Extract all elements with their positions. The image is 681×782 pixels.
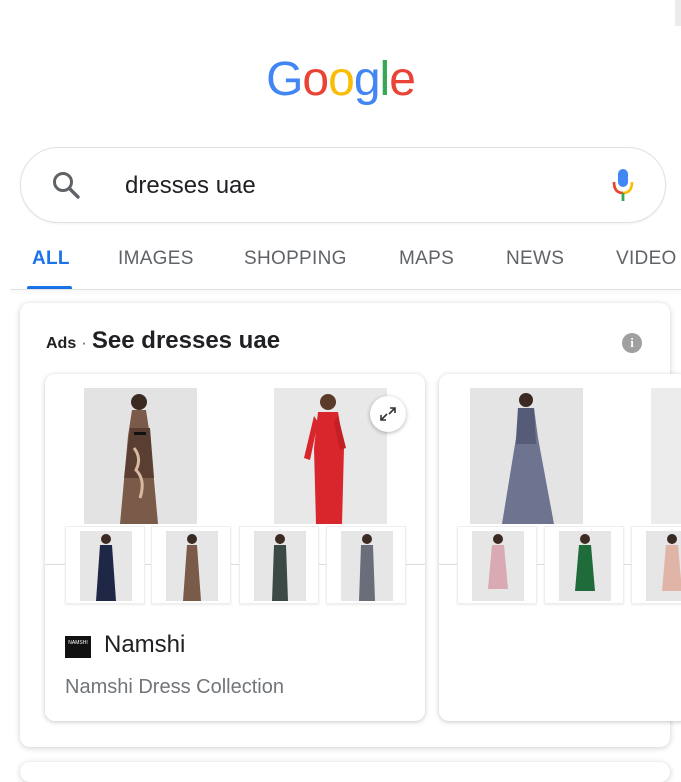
ads-title: See dresses uae bbox=[91, 327, 281, 354]
product-thumbnail[interactable] bbox=[326, 526, 406, 604]
product-image-beaded-gown[interactable] bbox=[470, 388, 583, 524]
product-image-patterned-gown[interactable] bbox=[84, 388, 197, 524]
product-thumbnail[interactable] bbox=[457, 526, 537, 604]
ads-label: Ads bbox=[46, 335, 77, 352]
search-bar[interactable] bbox=[20, 147, 666, 223]
tabs-divider bbox=[10, 289, 681, 290]
tab-news[interactable]: NEWS bbox=[506, 248, 564, 270]
product-card-namshi[interactable]: NAMSHI Namshi Namshi Dress Collection bbox=[45, 374, 425, 721]
status-corner bbox=[675, 0, 681, 26]
merchant-logo-text: NAMSHI bbox=[68, 640, 88, 646]
ads-separator: · bbox=[81, 333, 87, 352]
expand-icon[interactable] bbox=[370, 396, 406, 432]
tab-maps[interactable]: MAPS bbox=[399, 248, 454, 270]
logo-letter: g bbox=[353, 53, 381, 106]
logo-letter: o bbox=[302, 53, 329, 106]
search-icon[interactable] bbox=[51, 170, 81, 200]
logo-letter: G bbox=[266, 53, 303, 106]
logo-letter: l bbox=[379, 53, 391, 106]
mic-icon[interactable] bbox=[611, 166, 635, 204]
ads-header: Ads · See dresses uae bbox=[46, 327, 280, 355]
search-input[interactable] bbox=[123, 166, 577, 206]
google-logo: Google bbox=[0, 52, 681, 107]
product-image-partial[interactable] bbox=[651, 388, 681, 524]
tab-shopping[interactable]: SHOPPING bbox=[244, 248, 347, 270]
product-thumbnail[interactable] bbox=[631, 526, 681, 604]
merchant-logo: NAMSHI bbox=[65, 636, 91, 658]
next-result-card bbox=[20, 762, 670, 782]
product-thumbnail[interactable] bbox=[239, 526, 319, 604]
product-thumbnail[interactable] bbox=[544, 526, 624, 604]
tab-all[interactable]: ALL bbox=[32, 248, 70, 270]
product-carousel: NAMSHI Namshi Namshi Dress Collection bbox=[0, 0, 681, 771]
tab-images[interactable]: IMAGES bbox=[118, 248, 194, 270]
logo-letter: e bbox=[389, 53, 416, 106]
search-tabs: ALL IMAGES SHOPPING MAPS NEWS VIDEO bbox=[0, 232, 681, 290]
logo-letter: o bbox=[328, 53, 355, 106]
info-icon[interactable]: i bbox=[622, 333, 642, 353]
tab-videos[interactable]: VIDEO bbox=[616, 248, 677, 270]
merchant-name[interactable]: Namshi bbox=[104, 631, 185, 659]
product-thumbnail[interactable] bbox=[65, 526, 145, 604]
merchant-description: Namshi Dress Collection bbox=[65, 676, 284, 698]
product-card-second[interactable] bbox=[439, 374, 681, 721]
product-thumbnail[interactable] bbox=[151, 526, 231, 604]
